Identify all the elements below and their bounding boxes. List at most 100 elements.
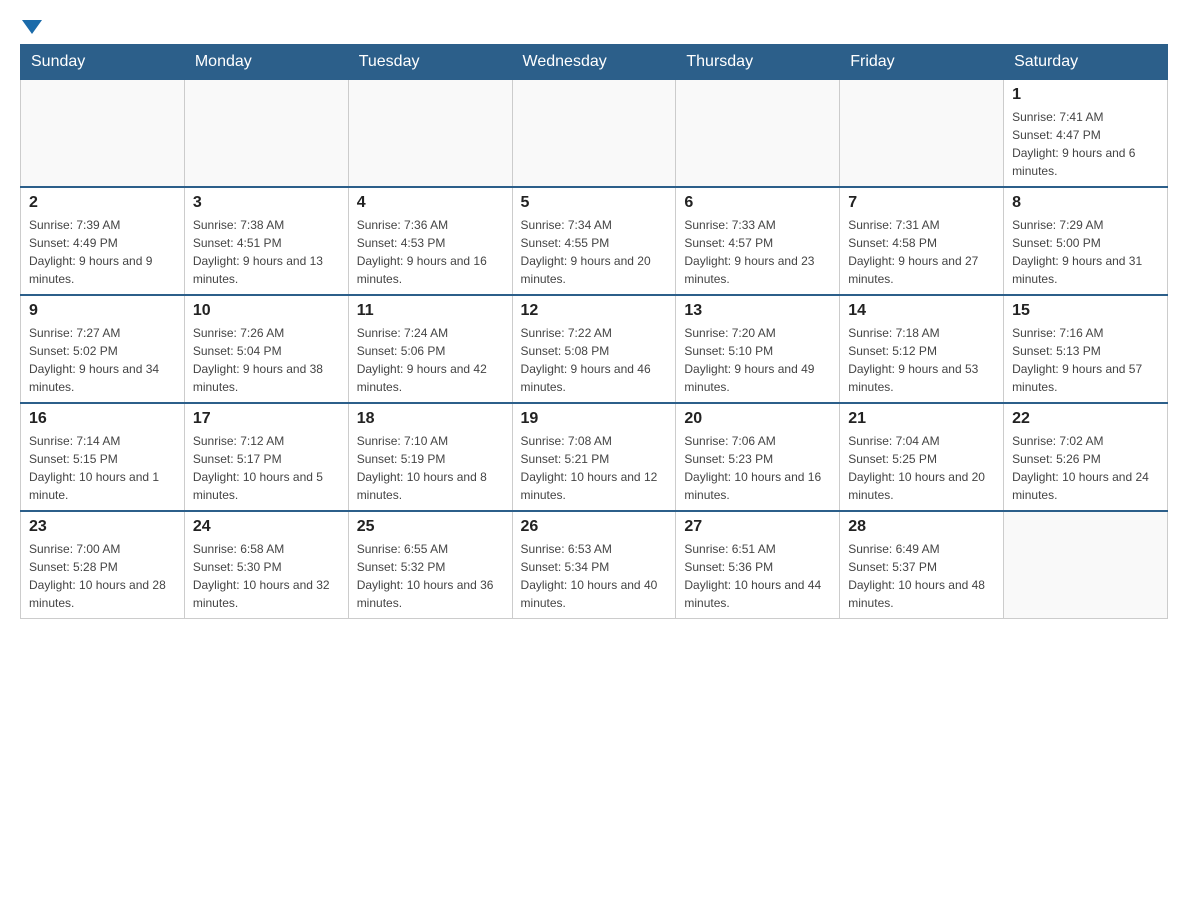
calendar-cell (676, 80, 840, 188)
day-number: 21 (848, 410, 995, 428)
calendar-cell (1004, 511, 1168, 619)
calendar-cell (184, 80, 348, 188)
calendar-cell: 12 Sunrise: 7:22 AMSunset: 5:08 PMDayligh… (512, 295, 676, 403)
day-number: 18 (357, 410, 504, 428)
day-number: 15 (1012, 302, 1159, 320)
day-number: 28 (848, 518, 995, 536)
day-info: Sunrise: 7:06 AMSunset: 5:23 PMDaylight:… (684, 432, 831, 504)
calendar-cell: 25 Sunrise: 6:55 AMSunset: 5:32 PMDayligh… (348, 511, 512, 619)
day-info: Sunrise: 7:29 AMSunset: 5:00 PMDaylight:… (1012, 216, 1159, 288)
calendar-table: SundayMondayTuesdayWednesdayThursdayFrid… (20, 44, 1168, 619)
day-info: Sunrise: 7:10 AMSunset: 5:19 PMDaylight:… (357, 432, 504, 504)
calendar-cell: 27Sunrise: 6:51 AMSunset: 5:36 PMDayligh… (676, 511, 840, 619)
calendar-cell: 8 Sunrise: 7:29 AMSunset: 5:00 PMDaylight… (1004, 187, 1168, 295)
day-info: Sunrise: 7:34 AMSunset: 4:55 PMDaylight:… (521, 216, 668, 288)
calendar-cell: 14 Sunrise: 7:18 AMSunset: 5:12 PMDayligh… (840, 295, 1004, 403)
calendar-cell: 4 Sunrise: 7:36 AMSunset: 4:53 PMDaylight… (348, 187, 512, 295)
calendar-cell: 17 Sunrise: 7:12 AMSunset: 5:17 PMDayligh… (184, 403, 348, 511)
day-info: Sunrise: 6:53 AMSunset: 5:34 PMDaylight:… (521, 540, 668, 612)
day-number: 23 (29, 518, 176, 536)
calendar-cell: 7 Sunrise: 7:31 AMSunset: 4:58 PMDaylight… (840, 187, 1004, 295)
day-number: 7 (848, 194, 995, 212)
calendar-week-row: 1 Sunrise: 7:41 AMSunset: 4:47 PMDaylight… (21, 80, 1168, 188)
calendar-cell: 5 Sunrise: 7:34 AMSunset: 4:55 PMDaylight… (512, 187, 676, 295)
day-number: 5 (521, 194, 668, 212)
day-info: Sunrise: 7:38 AMSunset: 4:51 PMDaylight:… (193, 216, 340, 288)
day-number: 2 (29, 194, 176, 212)
day-of-week-header: Thursday (676, 45, 840, 80)
page-header (20, 20, 1168, 34)
calendar-cell: 13 Sunrise: 7:20 AMSunset: 5:10 PMDayligh… (676, 295, 840, 403)
day-number: 26 (521, 518, 668, 536)
calendar-cell: 28 Sunrise: 6:49 AMSunset: 5:37 PMDayligh… (840, 511, 1004, 619)
day-number: 3 (193, 194, 340, 212)
day-number: 22 (1012, 410, 1159, 428)
day-info: Sunrise: 7:08 AMSunset: 5:21 PMDaylight:… (521, 432, 668, 504)
day-info: Sunrise: 6:49 AMSunset: 5:37 PMDaylight:… (848, 540, 995, 612)
calendar-cell: 3 Sunrise: 7:38 AMSunset: 4:51 PMDaylight… (184, 187, 348, 295)
calendar-cell: 21Sunrise: 7:04 AMSunset: 5:25 PMDayligh… (840, 403, 1004, 511)
calendar-week-row: 16 Sunrise: 7:14 AMSunset: 5:15 PMDayligh… (21, 403, 1168, 511)
calendar-week-row: 23 Sunrise: 7:00 AMSunset: 5:28 PMDayligh… (21, 511, 1168, 619)
day-number: 6 (684, 194, 831, 212)
day-of-week-header: Sunday (21, 45, 185, 80)
day-of-week-header: Tuesday (348, 45, 512, 80)
day-number: 19 (521, 410, 668, 428)
calendar-cell (840, 80, 1004, 188)
logo (20, 20, 42, 34)
day-info: Sunrise: 7:31 AMSunset: 4:58 PMDaylight:… (848, 216, 995, 288)
calendar-week-row: 9Sunrise: 7:27 AMSunset: 5:02 PMDaylight… (21, 295, 1168, 403)
day-of-week-header: Wednesday (512, 45, 676, 80)
calendar-cell: 15 Sunrise: 7:16 AMSunset: 5:13 PMDayligh… (1004, 295, 1168, 403)
day-info: Sunrise: 7:20 AMSunset: 5:10 PMDaylight:… (684, 324, 831, 396)
calendar-header-row: SundayMondayTuesdayWednesdayThursdayFrid… (21, 45, 1168, 80)
calendar-cell: 11 Sunrise: 7:24 AMSunset: 5:06 PMDayligh… (348, 295, 512, 403)
calendar-cell: 18 Sunrise: 7:10 AMSunset: 5:19 PMDayligh… (348, 403, 512, 511)
day-of-week-header: Friday (840, 45, 1004, 80)
calendar-cell (512, 80, 676, 188)
day-number: 20 (684, 410, 831, 428)
day-info: Sunrise: 7:24 AMSunset: 5:06 PMDaylight:… (357, 324, 504, 396)
day-number: 4 (357, 194, 504, 212)
day-info: Sunrise: 7:22 AMSunset: 5:08 PMDaylight:… (521, 324, 668, 396)
calendar-week-row: 2 Sunrise: 7:39 AMSunset: 4:49 PMDaylight… (21, 187, 1168, 295)
day-number: 14 (848, 302, 995, 320)
calendar-cell: 6 Sunrise: 7:33 AMSunset: 4:57 PMDaylight… (676, 187, 840, 295)
logo-triangle-icon (22, 20, 42, 34)
day-number: 25 (357, 518, 504, 536)
calendar-cell: 2 Sunrise: 7:39 AMSunset: 4:49 PMDaylight… (21, 187, 185, 295)
day-info: Sunrise: 7:41 AMSunset: 4:47 PMDaylight:… (1012, 108, 1159, 180)
day-number: 1 (1012, 86, 1159, 104)
day-number: 13 (684, 302, 831, 320)
day-number: 10 (193, 302, 340, 320)
calendar-cell (348, 80, 512, 188)
day-info: Sunrise: 7:02 AMSunset: 5:26 PMDaylight:… (1012, 432, 1159, 504)
calendar-cell: 24Sunrise: 6:58 AMSunset: 5:30 PMDayligh… (184, 511, 348, 619)
day-number: 17 (193, 410, 340, 428)
calendar-cell: 9Sunrise: 7:27 AMSunset: 5:02 PMDaylight… (21, 295, 185, 403)
calendar-cell: 22 Sunrise: 7:02 AMSunset: 5:26 PMDayligh… (1004, 403, 1168, 511)
day-info: Sunrise: 7:12 AMSunset: 5:17 PMDaylight:… (193, 432, 340, 504)
day-info: Sunrise: 7:26 AMSunset: 5:04 PMDaylight:… (193, 324, 340, 396)
day-info: Sunrise: 7:36 AMSunset: 4:53 PMDaylight:… (357, 216, 504, 288)
day-number: 8 (1012, 194, 1159, 212)
calendar-cell: 20 Sunrise: 7:06 AMSunset: 5:23 PMDayligh… (676, 403, 840, 511)
calendar-cell: 16 Sunrise: 7:14 AMSunset: 5:15 PMDayligh… (21, 403, 185, 511)
day-info: Sunrise: 7:16 AMSunset: 5:13 PMDaylight:… (1012, 324, 1159, 396)
day-info: Sunrise: 7:33 AMSunset: 4:57 PMDaylight:… (684, 216, 831, 288)
day-number: 9 (29, 302, 176, 320)
day-info: Sunrise: 7:00 AMSunset: 5:28 PMDaylight:… (29, 540, 176, 612)
day-info: Sunrise: 7:14 AMSunset: 5:15 PMDaylight:… (29, 432, 176, 504)
day-info: Sunrise: 6:55 AMSunset: 5:32 PMDaylight:… (357, 540, 504, 612)
calendar-cell: 26 Sunrise: 6:53 AMSunset: 5:34 PMDayligh… (512, 511, 676, 619)
day-number: 16 (29, 410, 176, 428)
day-of-week-header: Saturday (1004, 45, 1168, 80)
calendar-cell: 1 Sunrise: 7:41 AMSunset: 4:47 PMDaylight… (1004, 80, 1168, 188)
day-info: Sunrise: 7:39 AMSunset: 4:49 PMDaylight:… (29, 216, 176, 288)
day-number: 24 (193, 518, 340, 536)
calendar-cell: 10 Sunrise: 7:26 AMSunset: 5:04 PMDayligh… (184, 295, 348, 403)
day-number: 27 (684, 518, 831, 536)
day-info: Sunrise: 7:18 AMSunset: 5:12 PMDaylight:… (848, 324, 995, 396)
day-number: 11 (357, 302, 504, 320)
day-number: 12 (521, 302, 668, 320)
